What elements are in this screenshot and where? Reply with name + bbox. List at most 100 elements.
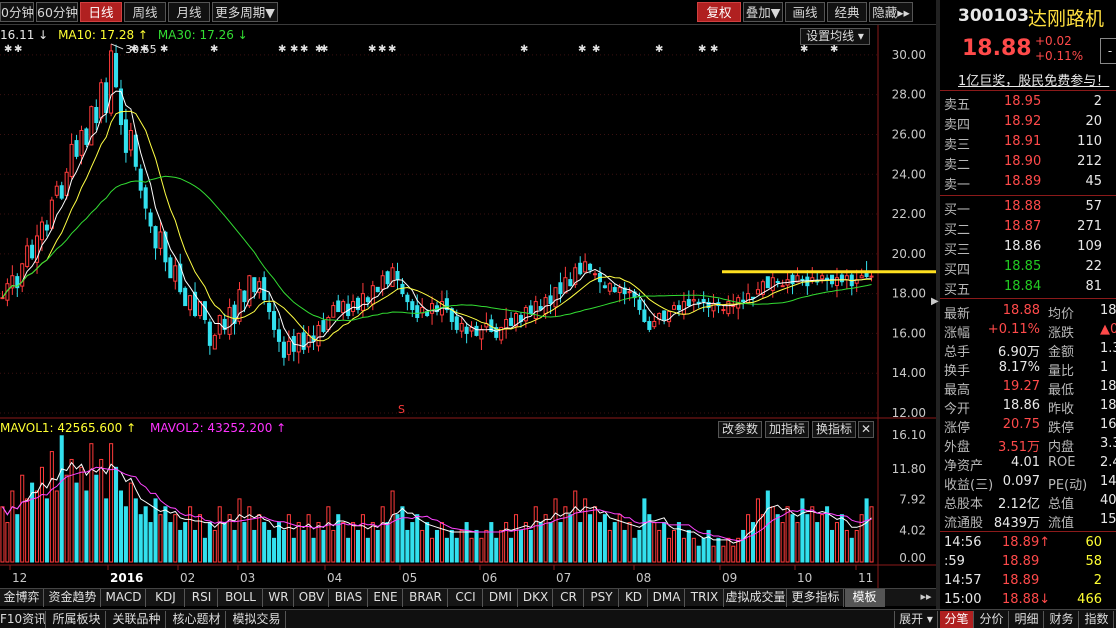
kline-chart[interactable]: 30.00 28.00 26.00 24.00 22.00 20.00 18.00 16.00… [0, 25, 936, 588]
indicator-tab-5[interactable]: BOLL [219, 589, 263, 607]
ma-settings-button[interactable]: 设置均线 ▾ [800, 28, 870, 45]
date-tick-label: 03 [240, 571, 255, 585]
period-tab-4[interactable]: 月线 [168, 2, 210, 22]
indicator-scroll-arrow[interactable]: ▸▸ [918, 590, 934, 606]
indicator-tab-6[interactable]: WR [264, 589, 294, 607]
candle-body [721, 309, 726, 312]
indicator-tab-15[interactable]: PSY [585, 589, 619, 607]
indicator-tab-10[interactable]: BRAR [404, 589, 448, 607]
volume-bar [454, 537, 459, 563]
volume-panel-button-2[interactable]: 换指标 [812, 421, 856, 438]
promo-link[interactable]: 1亿巨奖，股民免费参与！ [958, 70, 1109, 89]
bottom-tab-4[interactable]: 模拟交易 [228, 611, 286, 628]
volume-bar [795, 522, 800, 563]
volume-bar [109, 443, 114, 563]
event-marker-icon: ✱ [210, 44, 218, 55]
quote-tab-3[interactable]: 财务 [1045, 611, 1079, 628]
tool-tab-4[interactable]: 隐藏▸▸ [869, 2, 913, 22]
indicator-tab-18[interactable]: TRIX [686, 589, 724, 607]
volume-bar [173, 514, 178, 563]
indicator-tab-1[interactable]: 资金趋势 [45, 589, 101, 607]
ask-row-1[interactable]: 卖一 18.89 45 [940, 173, 1116, 193]
candle-body [825, 277, 830, 281]
candle-body [859, 275, 864, 279]
volume-bar [202, 537, 207, 563]
quote-tab-0[interactable]: 分笔 [940, 611, 974, 628]
bid-row-5[interactable]: 买五 18.84 81 [940, 278, 1116, 298]
indicator-tab-11[interactable]: CCI [449, 589, 483, 607]
bid-row-4[interactable]: 买四 18.85 22 [940, 258, 1116, 278]
candle-body [25, 245, 30, 267]
indicator-tab-9[interactable]: ENE [369, 589, 403, 607]
indicator-tab-16[interactable]: KD [620, 589, 648, 607]
indicator-tab-3[interactable]: KDJ [147, 589, 185, 607]
period-tab-1[interactable]: 60分钟 [36, 2, 78, 22]
tool-tab-1[interactable]: 叠加▼ [743, 2, 783, 22]
candle-body [153, 226, 158, 249]
indicator-tab-14[interactable]: CR [554, 589, 584, 607]
volume-panel-button-1[interactable]: 加指标 [765, 421, 809, 438]
ask-row-3[interactable]: 卖三 18.91 110 [940, 133, 1116, 153]
bottom-tab-1[interactable]: 所属板块 [48, 611, 106, 628]
candle-body [59, 185, 64, 199]
indicator-tab-8[interactable]: BIAS [330, 589, 368, 607]
volume-bar [686, 529, 691, 563]
candle-body [380, 275, 385, 290]
volume-bar [785, 506, 790, 563]
volume-bar [741, 529, 746, 563]
minus-button[interactable]: - [1100, 38, 1116, 64]
event-marker-icon: ✱ [710, 44, 718, 55]
event-marker-icon: ✱ [300, 44, 308, 55]
quote-tab-1[interactable]: 分价 [975, 611, 1009, 628]
candle-body [652, 320, 657, 328]
collapse-arrow-icon[interactable]: ▶ [931, 296, 939, 310]
expand-button[interactable]: 展开 ▾ [894, 611, 938, 628]
indicator-tab-19[interactable]: 虚拟成交量 [725, 589, 787, 607]
candle-body [0, 297, 5, 300]
volume-panel-button-0[interactable]: 改参数 [718, 421, 762, 438]
tool-tab-3[interactable]: 经典 [827, 2, 867, 22]
tool-tab-2[interactable]: 画线 [785, 2, 825, 22]
period-tab-2[interactable]: 日线 [80, 2, 122, 22]
candle-body [820, 275, 825, 280]
period-tab-3[interactable]: 周线 [124, 2, 166, 22]
volume-bar [548, 522, 553, 563]
period-tab-5[interactable]: 更多周期▼ [212, 2, 278, 22]
ask-row-5[interactable]: 卖五 18.95 2 [940, 93, 1116, 113]
ask-row-4[interactable]: 卖四 18.92 20 [940, 113, 1116, 133]
volume-bar [464, 522, 469, 563]
bottom-tab-0[interactable]: F10资讯 [0, 611, 46, 628]
period-tab-0[interactable]: 0分钟 [0, 2, 34, 22]
volume-bar [99, 458, 104, 563]
candle-body [415, 305, 420, 319]
date-tick-label: 12 [12, 571, 27, 585]
candle-body [44, 224, 49, 231]
bid-row-3[interactable]: 买三 18.86 109 [940, 238, 1116, 258]
volume-bar [44, 498, 49, 563]
indicator-tab-13[interactable]: DKX [519, 589, 553, 607]
indicator-tab-7[interactable]: OBV [295, 589, 329, 607]
quote-tab-2[interactable]: 明细 [1010, 611, 1044, 628]
indicator-tab-12[interactable]: DMI [484, 589, 518, 607]
date-tick-label: 09 [722, 571, 737, 585]
indicator-tab-21[interactable]: 模板 [845, 589, 885, 607]
indicator-tab-4[interactable]: RSI [186, 589, 218, 607]
indicator-tab-2[interactable]: MACD [102, 589, 146, 607]
candle-body [474, 325, 479, 336]
bid-row-1[interactable]: 买一 18.88 57 [940, 198, 1116, 218]
volume-bar [49, 451, 54, 563]
tool-tab-0[interactable]: 复权 [697, 2, 741, 22]
volume-bar [622, 529, 627, 563]
volume-panel-button-3[interactable]: ✕ [858, 421, 874, 438]
bottom-tab-3[interactable]: 核心题材 [168, 611, 226, 628]
bid-row-2[interactable]: 买二 18.87 271 [940, 218, 1116, 238]
indicator-tab-20[interactable]: 更多指标 [788, 589, 844, 607]
indicator-tab-17[interactable]: DMA [649, 589, 685, 607]
volume-bar [405, 529, 410, 563]
indicator-tab-0[interactable]: 金博弈 [0, 589, 44, 607]
bottom-tab-2[interactable]: 关联品种 [108, 611, 166, 628]
ask-row-2[interactable]: 卖二 18.90 212 [940, 153, 1116, 173]
panel-divider[interactable] [936, 0, 940, 628]
quote-tab-4[interactable]: 指数 [1080, 611, 1114, 628]
candle-body [479, 328, 484, 340]
